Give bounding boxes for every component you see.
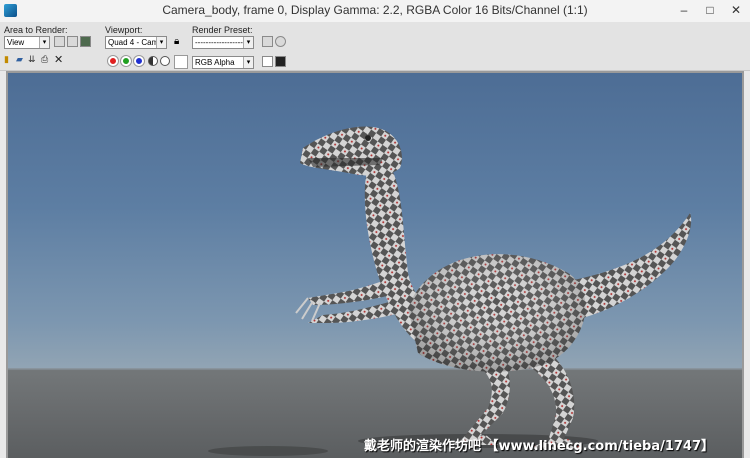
watermark-text: 戴老师的渲染作坊吧 【www.linecg.com/tieba/1747】	[364, 439, 715, 454]
viewport-label: Viewport:	[105, 25, 143, 35]
area-to-render-value: View	[7, 38, 25, 47]
green-channel-toggle[interactable]	[121, 56, 131, 66]
channel-display-value: RGB Alpha	[195, 58, 235, 67]
chevron-down-icon: ▾	[39, 37, 49, 48]
auto-region-icon[interactable]	[67, 36, 78, 47]
lock-icon[interactable]: 🔒︎	[174, 36, 179, 47]
print-icon[interactable]: ⎙	[41, 54, 48, 65]
close-button[interactable]: ✕	[723, 0, 749, 20]
save-image-icon[interactable]: ▮	[4, 54, 9, 65]
toggle-ui-overlay-icon[interactable]	[262, 56, 273, 67]
raptor-model-illustration	[208, 126, 692, 456]
render-frame-toolbar: Area to Render: View ▾ Viewport: Quad 4 …	[0, 22, 750, 71]
render-setup-icon[interactable]	[262, 36, 273, 47]
toggle-ui-icon[interactable]	[275, 56, 286, 67]
environment-icon[interactable]	[275, 36, 286, 47]
rendered-image[interactable]: 戴老师的渲染作坊吧 【www.linecg.com/tieba/1747】	[8, 73, 742, 458]
clear-icon[interactable]: ✕	[54, 53, 63, 66]
minimize-button[interactable]: –	[671, 0, 697, 20]
viewport-dropdown[interactable]: Quad 4 - Camera_ ▾	[105, 36, 167, 49]
frame-window-icon[interactable]	[80, 36, 91, 47]
title-bar: Camera_body, frame 0, Display Gamma: 2.2…	[0, 0, 750, 23]
clone-window-icon[interactable]: ⇊	[28, 54, 36, 65]
chevron-down-icon: ▾	[243, 57, 253, 68]
area-to-render-label: Area to Render:	[4, 25, 68, 35]
red-channel-toggle[interactable]	[108, 56, 118, 66]
chevron-down-icon: ▾	[243, 37, 253, 48]
chevron-down-icon: ▾	[156, 37, 166, 48]
area-to-render-dropdown[interactable]: View ▾	[4, 36, 50, 49]
alpha-channel-icon[interactable]	[148, 56, 158, 66]
maximize-button[interactable]: □	[697, 0, 723, 20]
render-preset-label: Render Preset:	[192, 25, 253, 35]
render-viewport-frame: 戴老师的渲染作坊吧 【www.linecg.com/tieba/1747】	[6, 71, 744, 458]
monochrome-icon[interactable]	[160, 56, 170, 66]
color-swatch[interactable]	[174, 55, 188, 69]
blue-channel-toggle[interactable]	[134, 56, 144, 66]
window-title: Camera_body, frame 0, Display Gamma: 2.2…	[162, 3, 588, 17]
channel-display-dropdown[interactable]: RGB Alpha ▾	[192, 56, 254, 69]
render-preset-dropdown[interactable]: ----------------------- ▾	[192, 36, 254, 49]
edit-region-icon[interactable]	[54, 36, 65, 47]
raptor-body	[295, 126, 692, 449]
copy-image-icon[interactable]: ▰	[16, 54, 23, 65]
